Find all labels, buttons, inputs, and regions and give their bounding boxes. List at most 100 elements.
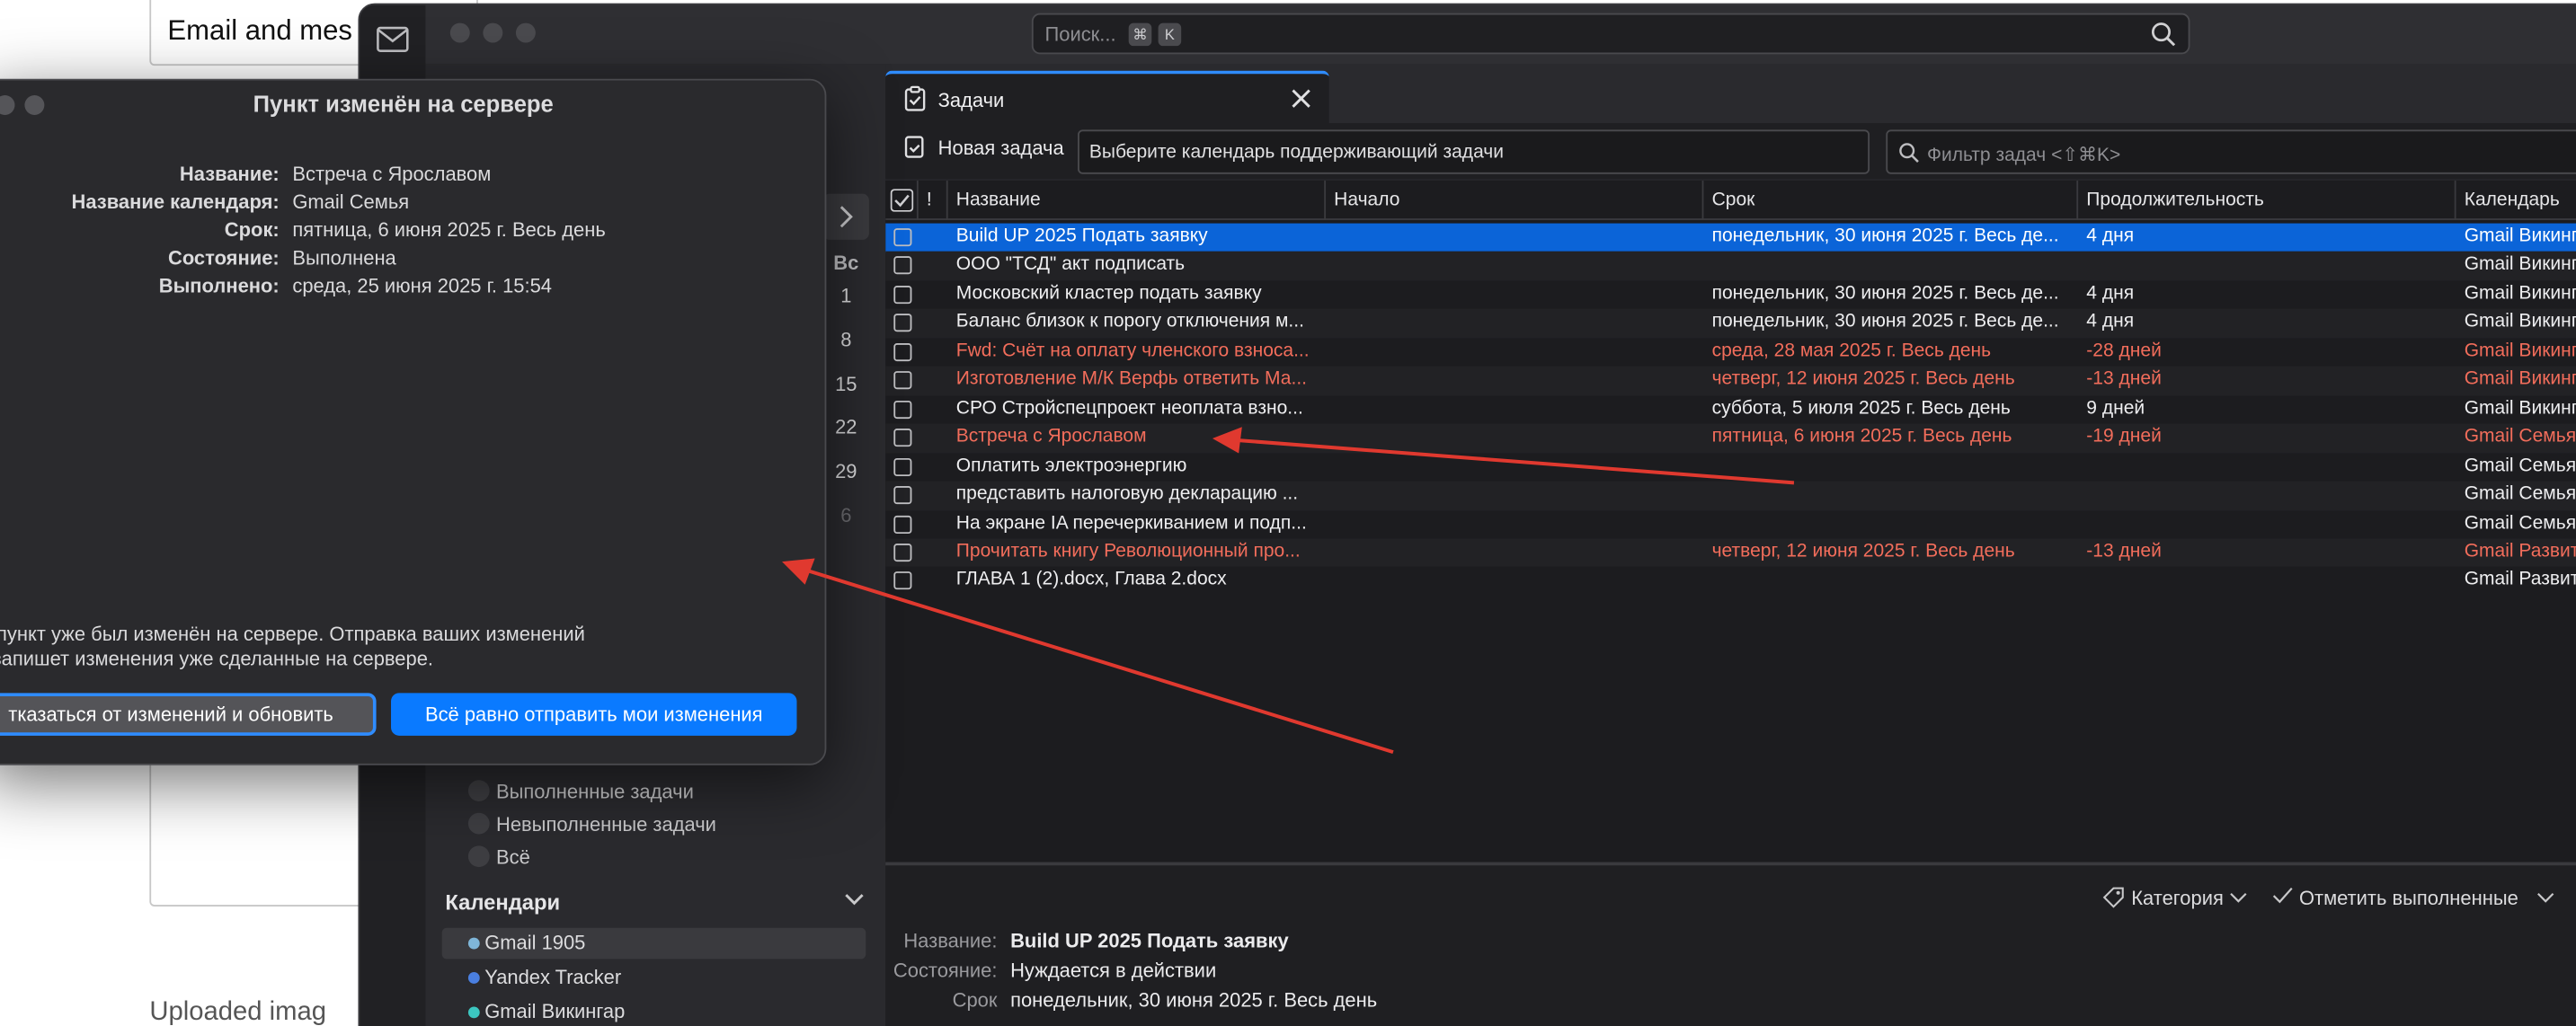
table-row[interactable]: Прочитать книгу Революционный про... четв… xyxy=(885,538,2576,568)
task-complete-checkbox[interactable] xyxy=(893,515,912,534)
column-header-checkbox[interactable] xyxy=(885,181,919,220)
radio-icon[interactable] xyxy=(467,812,490,835)
window-zoom-dot[interactable] xyxy=(515,22,536,43)
table-row[interactable]: представить налоговую декларацию ... Gmai… xyxy=(885,481,2576,510)
task-calendar-cell: Gmail Викингар xyxy=(2464,369,2576,390)
task-complete-checkbox[interactable] xyxy=(893,256,912,276)
calendar-color-dot xyxy=(467,937,480,950)
task-name-cell: Московский кластер подать заявку xyxy=(955,284,1262,304)
send-my-changes-button[interactable]: Всё равно отправить мои изменения xyxy=(391,693,797,736)
discard-and-refresh-button[interactable]: тказаться от изменений и обновить xyxy=(0,693,377,736)
task-complete-checkbox[interactable] xyxy=(893,371,912,390)
calendar-item-gmail-1905[interactable]: Gmail 1905 xyxy=(441,927,866,960)
task-complete-checkbox[interactable] xyxy=(893,314,912,332)
task-duration-cell: 4 дня xyxy=(2086,226,2135,247)
new-task-button[interactable]: Новая задача xyxy=(902,136,1064,159)
task-calendar-cell: Gmail Семья xyxy=(2464,427,2576,447)
calendar-select-field[interactable]: Выберите календарь поддерживающий задачи xyxy=(1078,129,1870,174)
table-row[interactable]: Изготовление М/К Верфь ответить Ма... чет… xyxy=(885,367,2576,396)
filter-all-tasks[interactable]: Всё xyxy=(467,845,530,869)
dialog-field-value: Выполнена xyxy=(292,246,396,270)
filter-label: Всё xyxy=(495,845,530,869)
calendar-item-yandex-tracker[interactable]: Yandex Tracker xyxy=(442,962,866,994)
task-name-cell: Изготовление М/К Верфь ответить Ма... xyxy=(955,369,1308,390)
table-row[interactable]: Оплатить электроэнергию Gmail Семья xyxy=(885,453,2576,482)
column-header-name[interactable]: Название xyxy=(948,181,1327,220)
detail-status-value: Нуждается в действии xyxy=(1010,959,1217,983)
task-complete-checkbox[interactable] xyxy=(893,486,912,505)
task-calendar-cell: Gmail Семья xyxy=(2464,456,2576,476)
dialog-message: т пункт уже был изменён на сервере. Отпр… xyxy=(0,623,672,672)
filter-label: Невыполненные задачи xyxy=(495,812,716,836)
table-row[interactable]: СРО Стройспецпроект неоплата взно... субб… xyxy=(885,395,2576,424)
checkbox-checked-icon[interactable] xyxy=(890,189,914,212)
mini-calendar-day[interactable]: 6 xyxy=(820,504,872,527)
mini-calendar-day[interactable]: 22 xyxy=(820,415,872,438)
global-search-input[interactable]: Поиск... ⌘ K xyxy=(1031,13,2190,55)
mini-calendar-day[interactable]: 29 xyxy=(820,460,872,483)
column-header-start[interactable]: Начало xyxy=(1326,181,1704,220)
task-complete-checkbox[interactable] xyxy=(893,285,912,304)
task-complete-checkbox[interactable] xyxy=(893,571,912,590)
task-due-cell: четверг, 12 июня 2025 г. Весь день xyxy=(1711,542,2015,562)
column-header-calendar[interactable]: Календарь xyxy=(2456,181,2576,220)
filter-completed-tasks[interactable]: Выполненные задачи xyxy=(467,780,694,803)
task-calendar-cell: Gmail Семья xyxy=(2464,484,2576,505)
calendar-item-label: Gmail 1905 xyxy=(484,931,586,954)
window-close-dot[interactable] xyxy=(449,22,470,43)
mark-completed-button[interactable]: Отметить выполненные xyxy=(2272,887,2555,910)
column-header-priority[interactable]: ! xyxy=(919,181,948,220)
mark-completed-label: Отметить выполненные xyxy=(2298,887,2518,910)
uploaded-image-label: Uploaded imag xyxy=(149,998,327,1026)
task-complete-checkbox[interactable] xyxy=(893,543,912,562)
radio-icon[interactable] xyxy=(467,845,490,868)
table-row[interactable]: Fwd: Счёт на оплату членского взноса... с… xyxy=(885,338,2576,367)
dialog-field-label: Название: xyxy=(179,162,280,186)
table-row[interactable]: Московский кластер подать заявку понедель… xyxy=(885,280,2576,309)
calendar-item-gmail-vikingar[interactable]: Gmail Викингар xyxy=(442,996,866,1026)
task-name-cell: На экране IA перечеркиванием и подп... xyxy=(955,513,1307,534)
task-complete-checkbox[interactable] xyxy=(893,228,912,247)
task-duration-cell: 9 дней xyxy=(2086,398,2145,419)
table-row[interactable]: Встреча с Ярославом пятница, 6 июня 2025 … xyxy=(885,423,2576,453)
task-due-cell: пятница, 6 июня 2025 г. Весь день xyxy=(1711,427,2012,447)
tab-tasks[interactable]: Задачи xyxy=(885,70,1329,124)
filter-incomplete-tasks[interactable]: Невыполненные задачи xyxy=(467,812,716,836)
task-due-cell: четверг, 12 июня 2025 г. Весь день xyxy=(1711,369,2015,390)
mail-icon[interactable] xyxy=(377,26,410,52)
detail-name-value: Build UP 2025 Подать заявку xyxy=(1010,929,1289,953)
task-complete-checkbox[interactable] xyxy=(893,429,912,447)
tab-bar: Задачи xyxy=(885,64,2576,124)
calendar-color-dot xyxy=(467,1006,480,1019)
column-header-due[interactable]: Срок xyxy=(1703,181,2079,220)
task-calendar-cell: Gmail Викингар xyxy=(2464,255,2576,276)
table-row[interactable]: На экране IA перечеркиванием и подп... Gm… xyxy=(885,510,2576,539)
table-row[interactable]: Build UP 2025 Подать заявку понедельник, … xyxy=(885,223,2576,252)
shortcut-key-k: K xyxy=(1158,22,1182,47)
task-calendar-cell: Gmail Викингар xyxy=(2464,398,2576,419)
task-complete-checkbox[interactable] xyxy=(893,342,912,361)
column-header-duration[interactable]: Продолжительность xyxy=(2078,181,2456,220)
search-icon[interactable] xyxy=(2149,20,2179,49)
mini-calendar-next-button[interactable] xyxy=(822,193,869,240)
table-row[interactable]: ГЛАВА 1 (2).docx, Глава 2.docx Gmail Разв… xyxy=(885,567,2576,596)
task-name-cell: Баланс близок к порогу отключения м... xyxy=(955,312,1304,332)
window-minimize-dot[interactable] xyxy=(483,22,503,43)
task-due-cell: понедельник, 30 июня 2025 г. Весь де... xyxy=(1711,284,2059,304)
radio-icon[interactable] xyxy=(467,780,490,801)
tab-tasks-label: Задачи xyxy=(937,88,1005,112)
task-complete-checkbox[interactable] xyxy=(893,400,912,419)
table-row[interactable]: ООО "ТСД" акт подписать Gmail Викингар xyxy=(885,252,2576,281)
task-filter-input[interactable]: Фильтр задач <⇧⌘K> xyxy=(1886,129,2576,174)
table-row[interactable]: Баланс близок к порогу отключения м... по… xyxy=(885,309,2576,339)
tasks-toolbar: Новая задача Выберите календарь поддержи… xyxy=(885,123,2576,180)
close-icon[interactable] xyxy=(1290,87,1313,111)
chevron-down-icon[interactable] xyxy=(843,891,866,907)
mini-calendar-day[interactable]: 15 xyxy=(820,373,872,396)
task-table-header: ! Название Начало Срок Продолжительность… xyxy=(885,181,2576,220)
mini-calendar-day[interactable]: 1 xyxy=(820,284,872,307)
task-complete-checkbox[interactable] xyxy=(893,457,912,476)
mini-calendar-day[interactable]: 8 xyxy=(820,329,872,352)
category-button[interactable]: Категория xyxy=(2101,887,2252,910)
task-name-cell: Оплатить электроэнергию xyxy=(955,456,1187,476)
